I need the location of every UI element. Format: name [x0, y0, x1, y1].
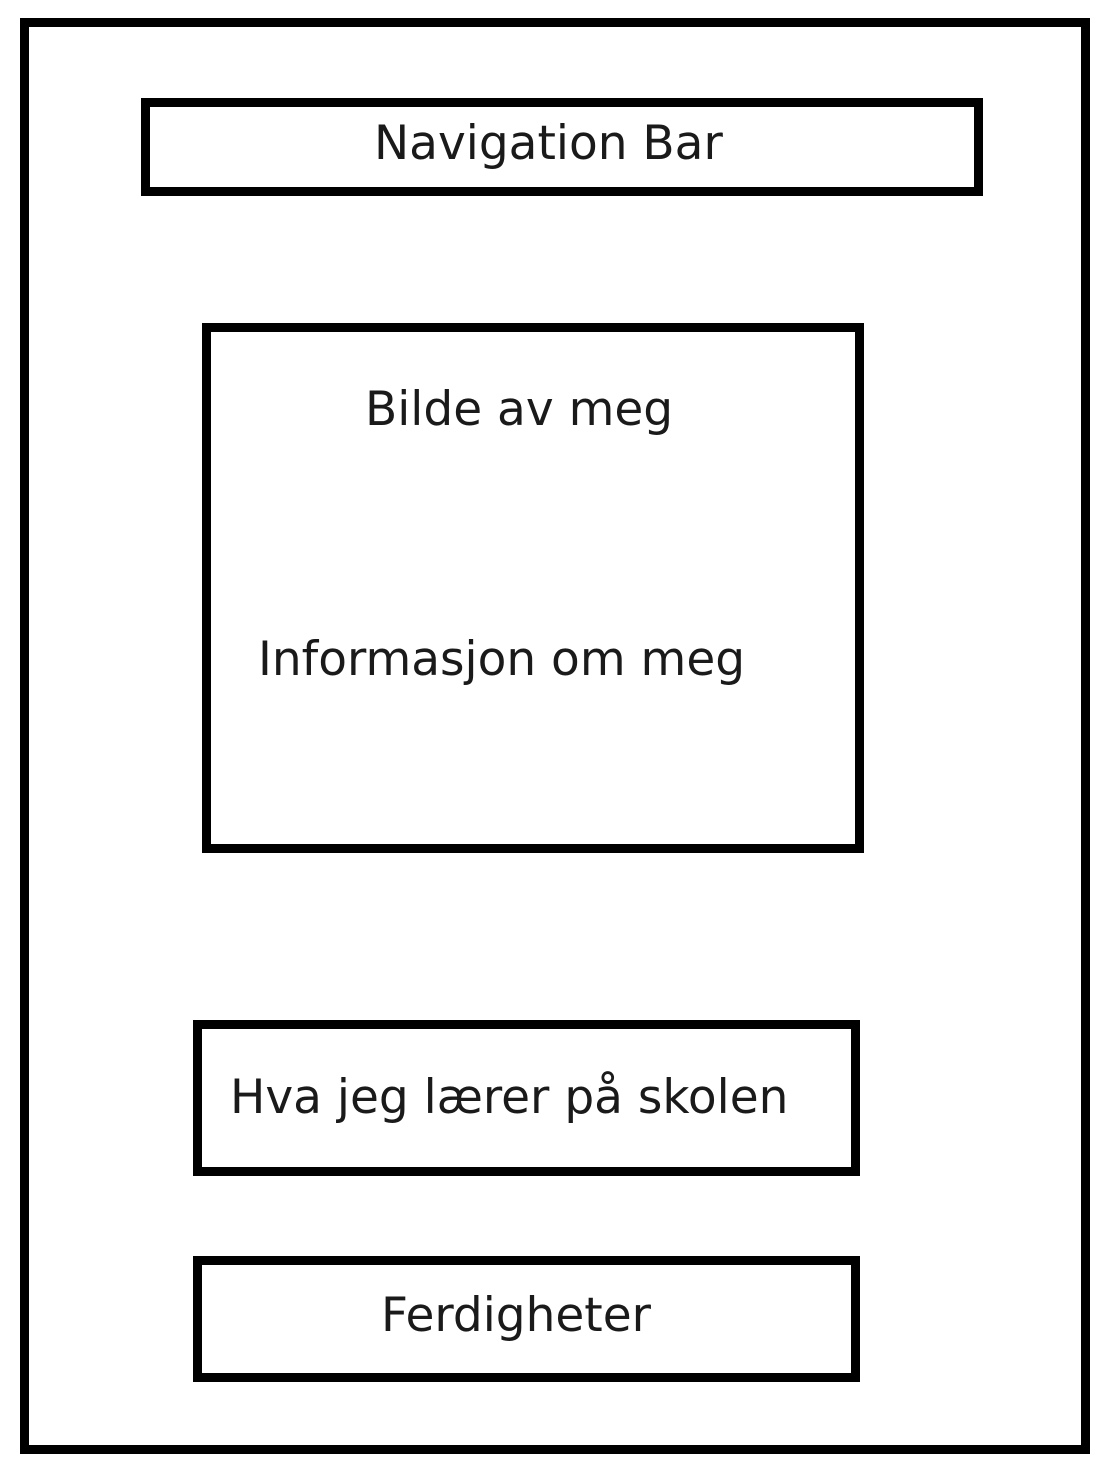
- skills-section-label: Ferdigheter: [381, 1288, 651, 1343]
- about-me-label: Informasjon om meg: [258, 632, 746, 687]
- photo-placeholder-label: Bilde av meg: [365, 382, 674, 437]
- school-section-label: Hva jeg lærer på skolen: [230, 1070, 789, 1125]
- navigation-bar-label: Navigation Bar: [374, 116, 723, 171]
